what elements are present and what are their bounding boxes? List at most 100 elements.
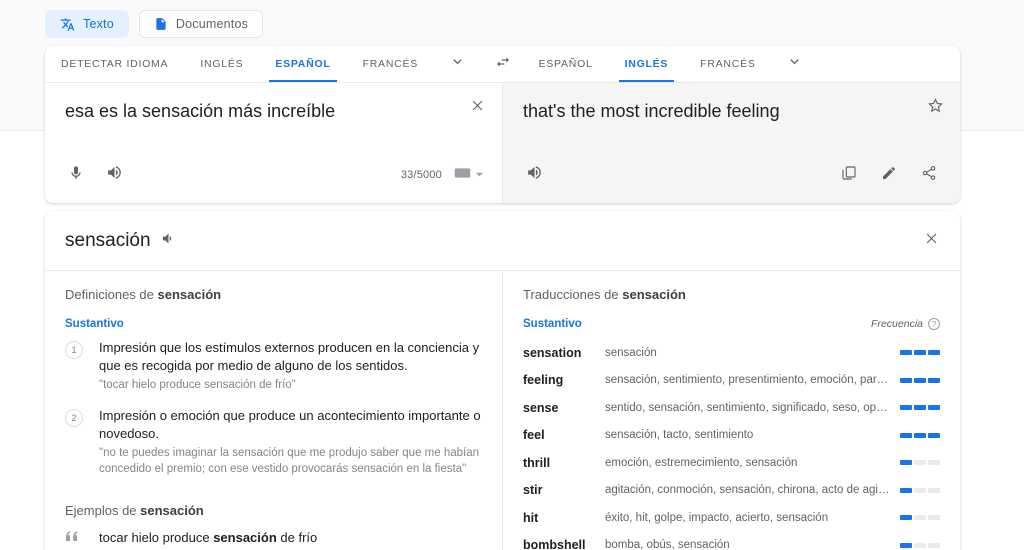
- frequency-meter: [900, 432, 940, 438]
- frequency-segment: [928, 515, 940, 521]
- keyboard-button[interactable]: [454, 166, 484, 184]
- close-icon: [470, 98, 485, 118]
- frequency-segment: [928, 460, 940, 466]
- translations-subheader: Sustantivo Frecuencia ?: [523, 318, 940, 330]
- copy-translation-button[interactable]: [836, 162, 862, 188]
- translation-row[interactable]: stir agitación, conmoción, sensación, chi…: [523, 477, 940, 505]
- microphone-icon: [68, 165, 84, 186]
- share-icon: [921, 165, 937, 186]
- frequency-meter: [900, 350, 940, 356]
- translations-column: Traducciones de sensación Sustantivo Fre…: [503, 271, 960, 550]
- edit-translation-button[interactable]: [876, 162, 902, 188]
- source-language-tabs: DETECTAR IDIOMA INGLÉS ESPAÑOL FRANCÉS: [45, 46, 483, 82]
- translation-row[interactable]: thrill emoción, estremecimiento, sensació…: [523, 449, 940, 477]
- frequency-segment: [914, 515, 926, 521]
- close-dictionary-button[interactable]: [920, 230, 942, 252]
- frequency-segment: [914, 405, 926, 411]
- swap-horizontal-icon: [495, 54, 511, 75]
- microphone-button[interactable]: [63, 162, 89, 188]
- source-speaker-button[interactable]: [101, 162, 127, 188]
- quote-icon: [65, 530, 83, 542]
- frequency-segment: [900, 460, 912, 466]
- translated-text: that's the most incredible feeling: [523, 101, 780, 121]
- share-translation-button[interactable]: [916, 162, 942, 188]
- frequency-segment: [900, 542, 912, 548]
- translation-word: bombshell: [523, 538, 586, 550]
- translation-back-translations: éxito, hit, golpe, impacto, acierto, sen…: [605, 511, 829, 524]
- translation-word: hit: [523, 510, 539, 525]
- frequency-meter: [900, 460, 940, 466]
- dictionary-body: Definiciones de sensación Sustantivo 1 I…: [45, 271, 960, 550]
- language-bar: DETECTAR IDIOMA INGLÉS ESPAÑOL FRANCÉS E…: [45, 46, 960, 83]
- source-actions: 33/5000: [45, 161, 502, 203]
- target-speaker-button[interactable]: [521, 162, 547, 188]
- source-pane: esa es la sensación más increíble 33/500…: [45, 83, 502, 203]
- speaker-icon: [106, 164, 123, 186]
- frequency-segment: [900, 487, 912, 493]
- translation-row[interactable]: sensation sensación: [523, 339, 940, 367]
- translation-row[interactable]: feel sensación, tacto, sentimiento: [523, 422, 940, 450]
- definition-number: 1: [65, 341, 83, 359]
- mode-tab-texto[interactable]: Texto: [45, 10, 129, 38]
- target-lang-ingles[interactable]: INGLÉS: [609, 46, 685, 82]
- frequency-legend: Frecuencia ?: [871, 318, 940, 330]
- save-translation-button[interactable]: [924, 97, 946, 119]
- definitions-pos-label: Sustantivo: [65, 318, 124, 330]
- translation-row[interactable]: bombshell bomba, obús, sensación: [523, 532, 940, 550]
- frequency-meter: [900, 487, 940, 493]
- target-language-tabs: ESPAÑOL INGLÉS FRANCÉS: [523, 46, 961, 82]
- target-lang-frances[interactable]: FRANCÉS: [684, 46, 771, 82]
- translation-row[interactable]: feeling sensación, sentimiento, presentim…: [523, 367, 940, 395]
- translation-row[interactable]: hit éxito, hit, golpe, impacto, acierto, …: [523, 504, 940, 532]
- translations-list: sensation sensación feeling sensación, sent…: [523, 339, 940, 550]
- chevron-down-icon: [787, 54, 802, 74]
- target-lang-espanol[interactable]: ESPAÑOL: [523, 46, 609, 82]
- source-lang-ingles[interactable]: INGLÉS: [184, 46, 259, 82]
- frequency-segment: [928, 432, 940, 438]
- source-lang-espanol[interactable]: ESPAÑOL: [259, 46, 346, 82]
- translation-word: sense: [523, 400, 559, 415]
- frequency-segment: [928, 377, 940, 383]
- definition-item: 2 Impresión o emoción que produce un aco…: [65, 407, 482, 477]
- translation-word: feeling: [523, 373, 564, 388]
- translation-row[interactable]: sense sentido, sensación, sentimiento, si…: [523, 394, 940, 422]
- keyboard-icon: [454, 166, 471, 184]
- help-icon[interactable]: ?: [928, 318, 940, 330]
- frequency-segment: [914, 460, 926, 466]
- swap-languages-button[interactable]: [483, 46, 523, 82]
- definition-example: "tocar hielo produce sensación de frío": [99, 378, 296, 391]
- translation-back-translations: sentido, sensación, sentimiento, signifi…: [605, 401, 900, 414]
- mode-tab-documentos[interactable]: Documentos: [138, 10, 264, 38]
- source-lang-frances[interactable]: FRANCÉS: [347, 46, 434, 82]
- frequency-segment: [900, 405, 912, 411]
- frequency-segment: [900, 377, 912, 383]
- example-text: tocar hielo produce sensación de frío: [99, 530, 318, 546]
- dictionary-header: sensación: [45, 211, 960, 271]
- speaker-icon: [526, 164, 543, 186]
- character-count: 33/5000: [400, 169, 442, 181]
- translations-pos-label: Sustantivo: [523, 318, 582, 330]
- chevron-down-icon: [450, 54, 465, 74]
- example-item: tocar hielo produce sensación de frío: [65, 530, 482, 547]
- source-lang-detect[interactable]: DETECTAR IDIOMA: [45, 46, 184, 82]
- source-language-more-button[interactable]: [434, 46, 480, 82]
- translation-word: thrill: [523, 455, 551, 470]
- dictionary-word: sensación: [65, 229, 151, 251]
- target-actions: [503, 161, 960, 203]
- definition-example: "no te puedes imaginar la sensación que …: [99, 447, 479, 475]
- source-text-input[interactable]: esa es la sensación más increíble: [45, 83, 502, 123]
- translation-word: stir: [523, 483, 543, 498]
- dictionary-speaker-button[interactable]: [161, 231, 176, 251]
- examples-title: Ejemplos de sensación: [65, 503, 204, 519]
- translation-back-translations: bomba, obús, sensación: [605, 539, 730, 550]
- target-pane: that's the most incredible feeling: [502, 83, 960, 203]
- frequency-meter: [900, 377, 940, 383]
- clear-source-button[interactable]: [466, 97, 488, 119]
- definition-text: Impresión que los estímulos externos pro…: [99, 340, 480, 373]
- frequency-segment: [928, 542, 940, 548]
- definition-content: Impresión que los estímulos externos pro…: [99, 339, 482, 393]
- frequency-segment: [900, 515, 912, 521]
- definition-item: 1 Impresión que los estímulos externos p…: [65, 339, 482, 393]
- target-language-more-button[interactable]: [772, 46, 818, 82]
- frequency-meter: [900, 515, 940, 521]
